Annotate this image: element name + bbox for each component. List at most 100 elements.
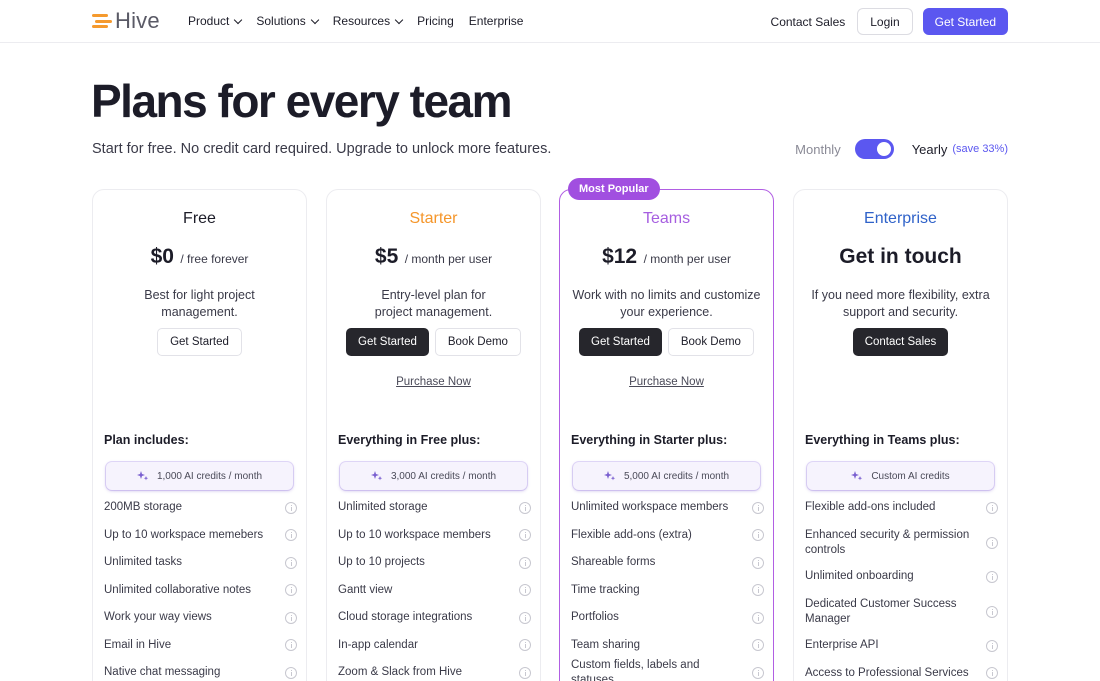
includes-heading: Everything in Free plus: xyxy=(338,433,481,447)
feature-text: Enhanced security & permission controls xyxy=(805,528,970,556)
info-icon[interactable] xyxy=(986,605,998,618)
feature-item: Unlimited onboarding xyxy=(805,569,998,584)
plan-card-free: Free $0 / free forever Best for light pr… xyxy=(92,189,307,681)
info-icon[interactable] xyxy=(519,639,531,651)
chevron-down-icon xyxy=(394,15,404,24)
get-started-button[interactable]: Get Started xyxy=(157,328,242,356)
toggle-knob xyxy=(876,142,891,156)
contact-sales-button[interactable]: Contact Sales xyxy=(852,328,949,356)
nav-solutions[interactable]: Solutions xyxy=(256,14,319,28)
get-started-button[interactable]: Get Started xyxy=(346,328,429,356)
feature-item: Work your way views xyxy=(104,610,297,625)
info-icon[interactable] xyxy=(285,529,297,541)
most-popular-badge: Most Popular xyxy=(568,178,660,200)
feature-text: Shareable forms xyxy=(571,556,656,568)
info-icon[interactable] xyxy=(519,501,531,514)
feature-text: Time tracking xyxy=(571,583,640,596)
info-icon[interactable] xyxy=(752,501,764,514)
info-icon[interactable] xyxy=(986,536,998,549)
info-icon[interactable] xyxy=(986,667,998,679)
price-row: $5 / month per user xyxy=(327,245,540,269)
ai-credits-label: 5,000 AI credits / month xyxy=(623,470,730,482)
feature-item: Enhanced security & permission controls xyxy=(805,528,998,558)
feature-item: In-app calendar xyxy=(338,638,531,653)
feature-item: Unlimited collaborative notes xyxy=(104,583,297,598)
feature-item: Access to Professional Services xyxy=(805,666,998,681)
get-started-button[interactable]: Get Started xyxy=(922,8,1008,35)
billing-toggle-group: Monthly Yearly (save 33%) xyxy=(795,139,1008,159)
plan-period: / free forever xyxy=(180,252,249,266)
contact-sales-link[interactable]: Contact Sales xyxy=(771,15,846,29)
feature-text: Portfolios xyxy=(571,611,619,623)
info-icon[interactable] xyxy=(519,666,531,679)
purchase-now-link[interactable]: Purchase Now xyxy=(560,376,773,388)
plan-card-enterprise: Enterprise Get in touch If you need more… xyxy=(793,189,1008,681)
login-button[interactable]: Login xyxy=(857,8,913,35)
info-icon[interactable] xyxy=(752,529,764,541)
feature-text: Native chat messaging xyxy=(104,666,221,678)
book-demo-button[interactable]: Book Demo xyxy=(667,328,754,356)
info-icon[interactable] xyxy=(519,584,531,596)
nav-resources-label: Resources xyxy=(332,14,391,28)
feature-text: 200MB storage xyxy=(104,501,182,513)
feature-item: Gantt view xyxy=(338,583,531,598)
feature-item: Up to 10 workspace members xyxy=(338,528,531,543)
billing-yearly-label[interactable]: Yearly xyxy=(912,142,948,157)
info-icon[interactable] xyxy=(519,529,531,541)
info-icon[interactable] xyxy=(752,584,764,596)
info-icon[interactable] xyxy=(285,556,297,569)
plan-price: $0 xyxy=(150,245,174,268)
info-icon[interactable] xyxy=(285,611,297,624)
plan-name: Starter xyxy=(409,210,458,227)
info-icon[interactable] xyxy=(752,556,764,569)
includes-heading: Everything in Teams plus: xyxy=(805,433,960,447)
plan-description: Entry-level plan for project management. xyxy=(374,288,493,319)
feature-text: Email in Hive xyxy=(104,638,172,651)
hive-logo[interactable]: Hive xyxy=(92,8,160,33)
plan-price: $12 xyxy=(602,245,638,268)
feature-text: Team sharing xyxy=(571,638,641,651)
plan-period: / month per user xyxy=(643,252,731,266)
feature-text: Work your way views xyxy=(104,611,212,623)
ai-credits-label: 3,000 AI credits / month xyxy=(390,470,497,482)
sparkle-icon xyxy=(851,471,863,481)
feature-item: Unlimited tasks xyxy=(104,555,297,570)
billing-monthly-label[interactable]: Monthly xyxy=(795,142,841,157)
nav-resources[interactable]: Resources xyxy=(332,14,404,28)
info-icon[interactable] xyxy=(752,639,764,651)
info-icon[interactable] xyxy=(986,639,998,652)
book-demo-button[interactable]: Book Demo xyxy=(434,328,521,356)
ai-credits-label: Custom AI credits xyxy=(871,470,950,482)
nav-product[interactable]: Product xyxy=(188,14,243,28)
chevron-down-icon xyxy=(234,15,243,24)
plan-period: / month per user xyxy=(404,252,493,266)
info-icon[interactable] xyxy=(986,501,998,514)
info-icon[interactable] xyxy=(285,584,297,596)
feature-item: Dedicated Customer Success Manager xyxy=(805,597,998,627)
feature-item: Native chat messaging xyxy=(104,665,297,680)
ai-credits-label: 1,000 AI credits / month xyxy=(156,470,263,482)
info-icon[interactable] xyxy=(519,556,531,569)
info-icon[interactable] xyxy=(285,501,297,514)
feature-text: Flexible add-ons (extra) xyxy=(571,528,692,541)
nav-enterprise-label: Enterprise xyxy=(468,14,524,28)
purchase-now-link[interactable]: Purchase Now xyxy=(327,376,540,388)
info-icon[interactable] xyxy=(986,570,998,583)
plan-card-starter: Starter $5 / month per user Entry-level … xyxy=(326,189,541,681)
billing-toggle[interactable] xyxy=(854,139,894,159)
feature-list: 200MB storage Up to 10 workspace memeber… xyxy=(104,500,297,681)
plan-description: If you need more flexibility, extra supp… xyxy=(811,288,990,319)
feature-text: Up to 10 workspace memebers xyxy=(104,528,264,541)
plan-description: Best for light project management. xyxy=(144,288,255,319)
nav-pricing[interactable]: Pricing xyxy=(417,14,454,28)
nav-enterprise[interactable]: Enterprise xyxy=(469,14,524,28)
info-icon[interactable] xyxy=(519,611,531,624)
info-icon[interactable] xyxy=(752,666,764,679)
info-icon[interactable] xyxy=(285,639,297,651)
nav-links: Product Solutions Resources Pricing Ente… xyxy=(188,14,538,28)
feature-item: Up to 10 projects xyxy=(338,555,531,570)
get-started-button[interactable]: Get Started xyxy=(579,328,662,356)
plan-description: Work with no limits and customize your e… xyxy=(572,288,761,319)
info-icon[interactable] xyxy=(285,666,297,679)
info-icon[interactable] xyxy=(752,611,764,624)
